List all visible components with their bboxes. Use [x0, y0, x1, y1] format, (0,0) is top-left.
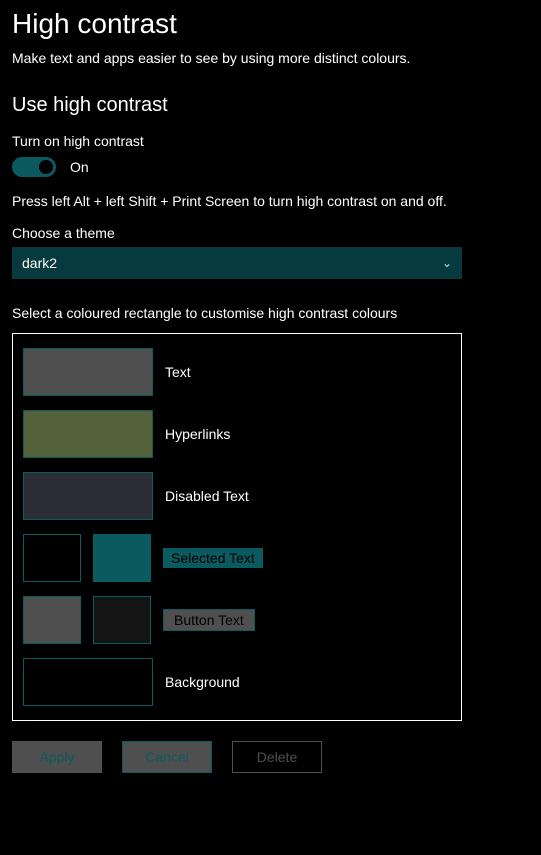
- swatch-hyperlinks[interactable]: [23, 410, 153, 458]
- swatch-selected-bg[interactable]: [93, 534, 151, 582]
- swatch-disabled-label: Disabled Text: [165, 488, 249, 504]
- swatch-button-bg[interactable]: [93, 596, 151, 644]
- shortcut-hint: Press left Alt + left Shift + Print Scre…: [12, 193, 529, 209]
- swatch-text[interactable]: [23, 348, 153, 396]
- swatch-selected-label: Selected Text: [163, 548, 263, 568]
- high-contrast-toggle[interactable]: [12, 157, 56, 177]
- swatch-button-fg[interactable]: [23, 596, 81, 644]
- swatch-background-label: Background: [165, 674, 240, 690]
- toggle-knob: [39, 160, 53, 174]
- apply-button[interactable]: Apply: [12, 741, 102, 773]
- toggle-state: On: [70, 159, 89, 175]
- swatch-background[interactable]: [23, 658, 153, 706]
- delete-button[interactable]: Delete: [232, 741, 322, 773]
- theme-label: Choose a theme: [12, 225, 529, 241]
- swatch-text-label: Text: [165, 364, 191, 380]
- swatch-disabled[interactable]: [23, 472, 153, 520]
- page-description: Make text and apps easier to see by usin…: [12, 50, 529, 66]
- swatch-hint: Select a coloured rectangle to customise…: [12, 305, 529, 321]
- theme-select[interactable]: dark2 ⌄: [12, 247, 462, 279]
- chevron-down-icon: ⌄: [442, 256, 452, 270]
- swatch-panel: Text Hyperlinks Disabled Text Selected T…: [12, 333, 462, 721]
- page-title: High contrast: [12, 8, 529, 40]
- swatch-selected-fg[interactable]: [23, 534, 81, 582]
- swatch-button-label: Button Text: [163, 609, 255, 631]
- theme-value: dark2: [22, 255, 57, 271]
- section-heading: Use high contrast: [12, 94, 529, 117]
- swatch-hyperlinks-label: Hyperlinks: [165, 426, 230, 442]
- toggle-label: Turn on high contrast: [12, 133, 529, 149]
- cancel-button[interactable]: Cancel: [122, 741, 212, 773]
